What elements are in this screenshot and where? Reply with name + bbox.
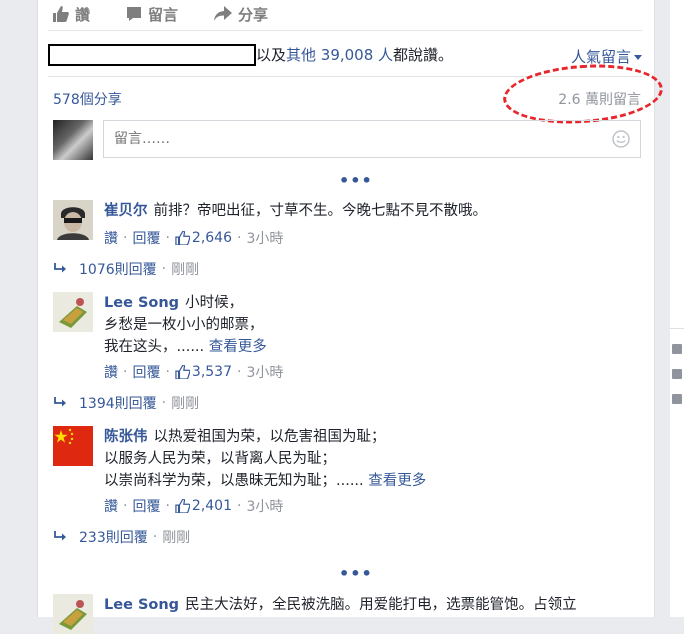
like-count[interactable]: 3,537 [192,364,232,380]
comment-text: 小时候， [185,295,244,311]
comment-input-box[interactable] [103,120,641,158]
redacted-box [48,44,256,66]
comment-text: 乡愁是一枚小小的邮票， [104,317,264,333]
reply-time: 剛剛 [171,262,200,278]
load-more-dots[interactable]: ••• [339,564,373,583]
like-link[interactable]: 讚 [104,496,118,516]
comment-text: 以热爱祖国为荣，以危害祖国为耻； [153,429,386,445]
reply-link[interactable]: 回覆 [132,362,160,382]
replies-row[interactable]: 1394則回覆 · 剛剛 [53,393,199,413]
comment-text: 前排？帝吧出征，寸草不生。今晚七點不見不散哦。 [153,203,488,219]
replies-count[interactable]: 1076則回覆 [79,259,157,279]
likes-others-link[interactable]: 其他 39,008 人 [286,46,393,64]
comment-body: 崔贝尔 前排？帝吧出征，寸草不生。今晚七點不見不散哦。 [104,200,644,222]
likes-summary: 以及其他 39,008 人都說讚。 人氣留言 [48,42,642,66]
right-panel-icon[interactable] [672,394,682,404]
comment-time[interactable]: 3小時 [246,496,283,516]
reply-arrow-icon [54,531,66,541]
comment-bubble-icon [127,7,142,21]
comment-text: 我在这头，...... [104,339,205,355]
replies-count[interactable]: 1394則回覆 [79,393,157,413]
comment-time[interactable]: 3小時 [246,228,283,248]
emoji-smile-icon[interactable] [612,130,630,148]
thumbs-up-icon [53,6,69,22]
reply-time: 剛剛 [162,530,191,546]
replies-row[interactable]: 233則回覆 · 剛剛 [53,527,190,547]
comment-text: 以服务人民为荣，以背离人民为耻； [104,451,336,467]
like-link[interactable]: 讚 [104,362,118,382]
reply-arrow-icon [54,263,66,273]
reply-link[interactable]: 回覆 [132,496,160,516]
like-action-button[interactable]: 讚 [52,4,90,25]
commenter-name[interactable]: Lee Song [104,597,179,613]
comment-meta: 讚 · 回覆 · 3,537 · 3小時 [104,362,284,382]
comment-text: 民主大法好，全民被洗脑。用爱能打电，选票能管饱。占领立 [185,597,577,613]
comment-body: 陈张伟 以热爱祖国为荣，以危害祖国为耻； 以服务人民为荣，以背离人民为耻； 以崇尚… [104,426,644,492]
like-count[interactable]: 2,401 [192,498,232,514]
thumbs-up-icon [175,499,190,513]
caret-down-icon [634,54,642,60]
like-action-label: 讚 [75,5,91,24]
thumbs-up-icon [175,365,190,379]
share-action-label: 分享 [238,5,269,24]
right-panel-edge [670,0,684,617]
see-more-link[interactable]: 查看更多 [368,473,426,489]
share-arrow-icon [214,6,233,21]
load-more-dots[interactable]: ••• [339,171,373,190]
likes-prefix: 以及 [256,46,287,64]
right-panel-divider [670,328,684,329]
comment-meta: 讚 · 回覆 · 2,646 · 3小時 [104,228,284,248]
comment-action-button[interactable]: 留言 [126,4,178,25]
comment-text: 以崇尚科学为荣，以愚昧无知为耻；...... [104,473,364,489]
shares-link[interactable]: 578個分享 [53,89,122,109]
comment-body: Lee Song 小时候， 乡愁是一枚小小的邮票， 我在这头，...... 查看更… [104,292,644,358]
my-avatar [53,120,93,160]
like-count[interactable]: 2,646 [192,230,232,246]
comment-meta: 讚 · 回覆 · 2,401 · 3小時 [104,496,284,516]
right-panel-icon[interactable] [672,369,682,379]
replies-row[interactable]: 1076則回覆 · 剛剛 [53,259,199,279]
comment-time[interactable]: 3小時 [246,362,283,382]
reply-arrow-icon [54,397,66,407]
commenter-name[interactable]: 崔贝尔 [104,203,148,219]
see-more-link[interactable]: 查看更多 [209,339,267,355]
divider [48,30,642,31]
likes-suffix: 都說讚。 [393,46,454,64]
like-link[interactable]: 讚 [104,228,118,248]
post-action-bar: 讚 留言 分享 [52,2,304,26]
avatar[interactable] [53,594,93,634]
share-action-button[interactable]: 分享 [214,4,268,25]
thumbs-up-icon [175,231,190,245]
avatar[interactable] [53,200,93,240]
popular-comments-label: 人氣留言 [570,48,631,66]
avatar-china-flag[interactable] [53,426,93,466]
right-panel-icon[interactable] [672,344,682,354]
reply-link[interactable]: 回覆 [132,228,160,248]
commenter-name[interactable]: Lee Song [104,295,179,311]
comment-body: Lee Song 民主大法好，全民被洗脑。用爱能打电，选票能管饱。占领立 [104,594,644,616]
comment-input[interactable] [112,130,596,148]
reply-time: 剛剛 [171,396,200,412]
commenter-name[interactable]: 陈张伟 [104,429,148,445]
likes-text: 以及其他 39,008 人都說讚。 [256,44,453,65]
replies-count[interactable]: 233則回覆 [79,527,148,547]
comment-action-label: 留言 [148,5,179,24]
avatar[interactable] [53,292,93,332]
